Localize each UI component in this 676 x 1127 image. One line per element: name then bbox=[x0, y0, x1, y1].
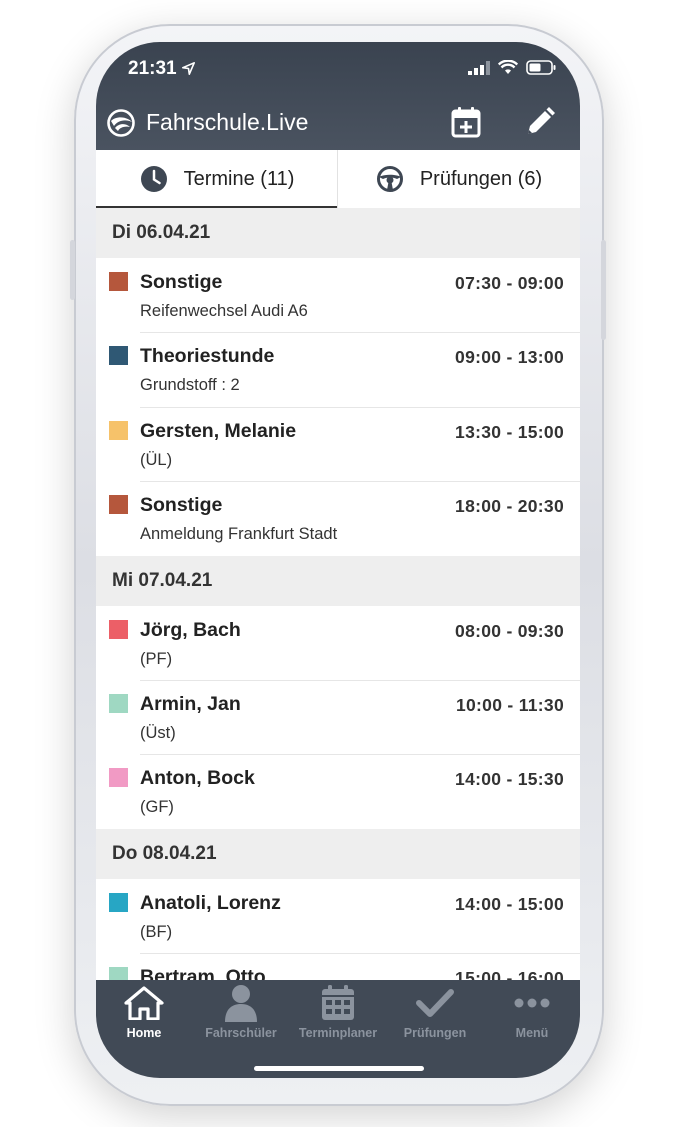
list-item[interactable]: Gersten, Melanie 13:30 - 15:00 (ÜL) bbox=[96, 406, 580, 482]
more-dots-icon bbox=[514, 998, 550, 1008]
pencil-icon bbox=[528, 107, 555, 134]
tab-pruefungen-label: Prüfungen (6) bbox=[419, 167, 543, 190]
nav-menue[interactable]: Menü bbox=[484, 984, 580, 1048]
home-indicator bbox=[254, 1066, 424, 1071]
item-subtitle: (Üst) bbox=[140, 723, 176, 742]
item-time: 08:00 - 09:30 bbox=[455, 620, 564, 641]
person-icon bbox=[225, 985, 257, 1022]
category-color bbox=[109, 495, 128, 515]
item-subtitle: Anmeldung Frankfurt Stadt bbox=[140, 525, 338, 544]
phone-screen: 21:31 Fahrschule.Live Termine (11) Prüfu… bbox=[96, 42, 580, 1078]
calendar-plus-icon bbox=[451, 107, 481, 138]
bottom-nav: Home Fahrschüler Terminplaner Prüfungen … bbox=[96, 980, 580, 1078]
list-item[interactable]: Bertram, Otto 15:00 - 16:00 bbox=[96, 953, 580, 980]
wifi-icon bbox=[498, 60, 518, 74]
status-icons bbox=[468, 60, 556, 75]
nav-pruefungen[interactable]: Prüfungen bbox=[387, 984, 483, 1048]
item-time: 09:00 - 13:00 bbox=[455, 347, 564, 368]
item-title: Sonstige bbox=[140, 271, 223, 293]
item-subtitle: Grundstoff : 2 bbox=[140, 376, 240, 395]
item-time: 10:00 - 11:30 bbox=[455, 694, 564, 715]
home-icon bbox=[124, 986, 164, 1020]
category-color bbox=[109, 346, 128, 366]
item-title: Theoriestunde bbox=[140, 345, 275, 368]
item-title: Armin, Jan bbox=[140, 692, 241, 715]
item-time: 13:30 - 15:00 bbox=[455, 421, 564, 442]
item-subtitle: (GF) bbox=[140, 798, 174, 817]
steering-wheel-icon bbox=[376, 166, 403, 192]
list-item[interactable]: Armin, Jan 10:00 - 11:30 (Üst) bbox=[96, 679, 580, 755]
item-time: 14:00 - 15:00 bbox=[455, 893, 564, 914]
item-title: Sonstige bbox=[140, 494, 223, 517]
list-item[interactable]: Jörg, Bach 08:00 - 09:30 (PF) bbox=[96, 605, 580, 680]
nav-home[interactable]: Home bbox=[96, 984, 192, 1048]
item-title: Anton, Bock bbox=[140, 767, 255, 790]
category-color bbox=[109, 967, 128, 980]
item-time: 07:30 - 09:00 bbox=[455, 273, 564, 293]
tab-termine-label: Termine (11) bbox=[183, 167, 295, 190]
nav-terminplaner-label: Terminplaner bbox=[298, 1026, 378, 1040]
category-color bbox=[109, 693, 128, 713]
category-color bbox=[109, 892, 128, 912]
item-title: Anatoli, Lorenz bbox=[140, 891, 281, 914]
list-item[interactable]: Sonstige 18:00 - 20:30 Anmeldung Frankfu… bbox=[96, 481, 580, 556]
item-subtitle: (BF) bbox=[140, 922, 173, 941]
nav-home-label: Home bbox=[126, 1026, 162, 1040]
checkmark-icon bbox=[416, 989, 454, 1017]
item-time: 18:00 - 20:30 bbox=[455, 496, 564, 517]
cellular-signal-icon bbox=[468, 60, 490, 75]
location-arrow-icon bbox=[181, 62, 195, 76]
calendar-icon bbox=[322, 985, 354, 1020]
list-item[interactable]: Anton, Bock 14:00 - 15:30 (GF) bbox=[96, 754, 580, 829]
clock-icon bbox=[140, 166, 167, 192]
list-item[interactable]: Anatoli, Lorenz 14:00 - 15:00 (BF) bbox=[96, 878, 580, 954]
nav-menue-label: Menü bbox=[515, 1026, 549, 1040]
list-item[interactable]: Sonstige 07:30 - 09:00 Reifenwechsel Aud… bbox=[96, 258, 580, 333]
nav-pruefungen-label: Prüfungen bbox=[403, 1026, 467, 1040]
item-time: 15:00 - 16:00 bbox=[455, 968, 564, 980]
category-color bbox=[109, 768, 128, 788]
date-header: Do 08.04.21 bbox=[96, 828, 580, 879]
appointment-list: Di 06.04.21 Sonstige 07:30 - 09:00 Reife… bbox=[96, 208, 580, 980]
phone-power-button bbox=[601, 240, 606, 340]
list-item[interactable]: Theoriestunde 09:00 - 13:00 Grundstoff :… bbox=[96, 332, 580, 407]
app-header: 21:31 Fahrschule.Live bbox=[96, 42, 580, 150]
item-time: 14:00 - 15:30 bbox=[455, 769, 564, 790]
date-header: Di 06.04.21 bbox=[96, 208, 580, 258]
tab-bar: Termine (11) Prüfungen (6) bbox=[96, 150, 580, 208]
item-title: Gersten, Melanie bbox=[140, 419, 297, 442]
nav-fahrschueler[interactable]: Fahrschüler bbox=[193, 984, 289, 1048]
item-title: Jörg, Bach bbox=[140, 618, 241, 641]
app-logo-icon bbox=[107, 109, 135, 137]
item-subtitle: Reifenwechsel Audi A6 bbox=[140, 302, 308, 320]
app-title: Fahrschule.Live bbox=[146, 109, 309, 135]
phone-side-button bbox=[70, 240, 75, 300]
nav-terminplaner[interactable]: Terminplaner bbox=[290, 984, 386, 1048]
add-appointment-button[interactable] bbox=[448, 104, 484, 140]
status-time: 21:31 bbox=[128, 58, 195, 80]
edit-button[interactable] bbox=[522, 104, 558, 140]
tab-pruefungen[interactable]: Prüfungen (6) bbox=[338, 150, 580, 208]
tab-divider bbox=[337, 150, 338, 208]
battery-icon bbox=[526, 60, 556, 75]
category-color bbox=[109, 420, 128, 440]
item-title: Bertram, Otto bbox=[140, 966, 266, 980]
category-color bbox=[109, 619, 128, 639]
date-header: Mi 07.04.21 bbox=[96, 555, 580, 606]
item-subtitle: (ÜL) bbox=[140, 450, 173, 469]
nav-fahrschueler-label: Fahrschüler bbox=[205, 1026, 277, 1040]
tab-termine[interactable]: Termine (11) bbox=[96, 150, 338, 208]
category-color bbox=[109, 272, 128, 291]
item-subtitle: (PF) bbox=[140, 649, 173, 668]
